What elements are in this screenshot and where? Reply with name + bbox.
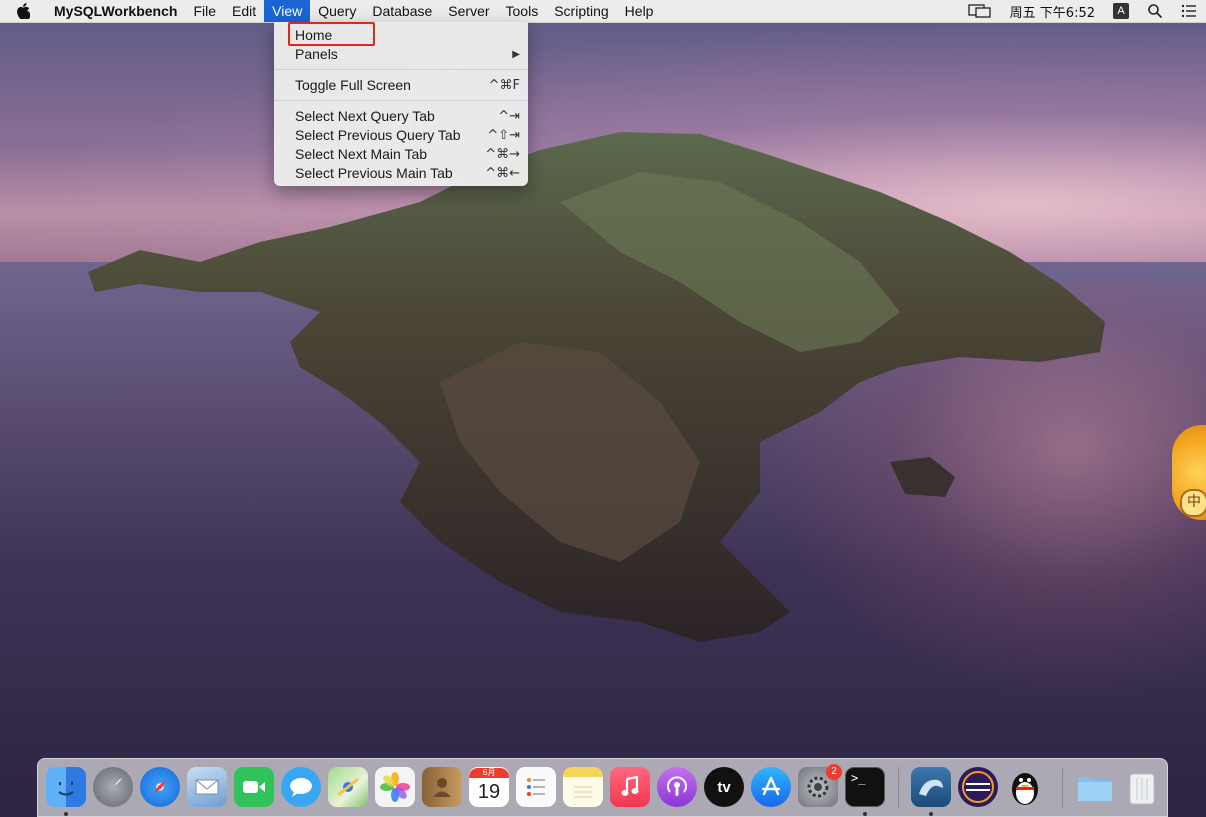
menu-item-label: Panels: [295, 46, 338, 62]
apple-icon: [17, 3, 30, 19]
running-indicator: [863, 812, 867, 816]
video-icon[interactable]: [234, 767, 274, 807]
eclipse-icon[interactable]: [958, 767, 998, 807]
calendar-day: 19: [477, 781, 501, 803]
view-menu-dropdown: Home Panels ▶ Toggle Full Screen ^⌘F Sel…: [274, 22, 528, 186]
mail-icon[interactable]: [187, 767, 227, 807]
compass-icon[interactable]: [140, 767, 180, 807]
menu-help[interactable]: Help: [617, 0, 662, 22]
trash-icon[interactable]: [1122, 767, 1162, 807]
menu-separator: [274, 100, 528, 101]
status-area: 周五 下午6:52 A: [959, 0, 1206, 22]
folder-icon[interactable]: [1075, 767, 1115, 807]
menu-item-label: Select Next Main Tab: [295, 146, 428, 162]
menu-edit[interactable]: Edit: [224, 0, 264, 22]
menu-bar: MySQLWorkbench File Edit View Query Data…: [0, 0, 1206, 23]
floating-input-widget[interactable]: 中: [1172, 425, 1206, 520]
terminal-prompt-icon: >_: [851, 771, 866, 785]
notification-center-icon[interactable]: [1181, 4, 1197, 18]
menu-item-select-previous-query-tab[interactable]: Select Previous Query Tab ^⇧⇥: [274, 126, 528, 145]
menu-item-select-previous-main-tab[interactable]: Select Previous Main Tab ^⌘←: [274, 164, 528, 183]
menu-item-select-next-query-tab[interactable]: Select Next Query Tab ^⇥: [274, 107, 528, 126]
menu-item-label: Toggle Full Screen: [295, 77, 411, 93]
menu-tools[interactable]: Tools: [498, 0, 547, 22]
menu-item-label: Select Previous Main Tab: [295, 165, 453, 181]
menu-database[interactable]: Database: [364, 0, 440, 22]
highlight-annotation: [288, 22, 375, 46]
menu-separator: [274, 69, 528, 70]
chinese-input-icon: 中: [1180, 489, 1206, 517]
gear-icon[interactable]: 2: [798, 764, 842, 807]
calendar-month: 6月: [469, 768, 509, 778]
dolphin-icon[interactable]: [911, 767, 951, 807]
map-icon[interactable]: [328, 767, 368, 807]
menu-view[interactable]: View: [264, 0, 311, 22]
penguin-icon[interactable]: [1005, 767, 1045, 807]
menu-item-select-next-main-tab[interactable]: Select Next Main Tab ^⌘→: [274, 145, 528, 164]
dock-separator: [1062, 767, 1063, 809]
terminal-icon[interactable]: >_: [845, 767, 885, 807]
spotlight-search-icon[interactable]: [1147, 3, 1163, 19]
menu-scripting[interactable]: Scripting: [546, 0, 616, 22]
menu-item-label: Select Next Query Tab: [295, 108, 435, 124]
podcast-icon[interactable]: [657, 767, 697, 807]
desktop-wallpaper: [0, 22, 1206, 817]
tv-label: tv: [717, 778, 731, 796]
running-indicator: [64, 812, 68, 816]
island-image: [88, 132, 1105, 642]
running-indicator: [929, 812, 933, 816]
finder-icon[interactable]: [46, 767, 86, 807]
calendar-icon[interactable]: 6月 19: [469, 767, 509, 807]
menu-item-shortcut: ^⇥: [498, 109, 520, 124]
menu-item-toggle-full-screen[interactable]: Toggle Full Screen ^⌘F: [274, 76, 528, 95]
menu-item-panels[interactable]: Panels ▶: [274, 45, 528, 64]
dock: 6月 19 tv 2 >_: [37, 758, 1168, 817]
menu-file[interactable]: File: [185, 0, 224, 22]
photos-icon[interactable]: [375, 767, 415, 807]
chat-icon[interactable]: [281, 767, 321, 807]
contacts-icon[interactable]: [422, 767, 462, 807]
display-mirroring-icon[interactable]: [968, 3, 992, 19]
menu-item-shortcut: ^⌘←: [485, 166, 520, 181]
menu-item-label: Select Previous Query Tab: [295, 127, 461, 143]
notification-badge: 2: [826, 764, 842, 780]
tv-icon[interactable]: tv: [704, 767, 744, 807]
appstore-icon[interactable]: [751, 767, 791, 807]
dock-separator: [898, 767, 899, 809]
input-method-icon[interactable]: A: [1113, 3, 1129, 19]
apple-menu[interactable]: [0, 0, 40, 22]
menu-item-shortcut: ^⌘→: [485, 147, 520, 162]
menu-server[interactable]: Server: [440, 0, 497, 22]
clock[interactable]: 周五 下午6:52: [1010, 2, 1095, 21]
menu-item-shortcut: ^⌘F: [488, 78, 520, 93]
music-icon[interactable]: [610, 767, 650, 807]
menu-query[interactable]: Query: [310, 0, 364, 22]
menu-item-shortcut: ^⇧⇥: [487, 128, 520, 143]
list-icon[interactable]: [516, 767, 556, 807]
notes-icon[interactable]: [563, 767, 603, 807]
rocket-icon[interactable]: [93, 767, 133, 807]
app-name-menu[interactable]: MySQLWorkbench: [40, 0, 185, 22]
submenu-arrow-icon: ▶: [512, 49, 520, 60]
